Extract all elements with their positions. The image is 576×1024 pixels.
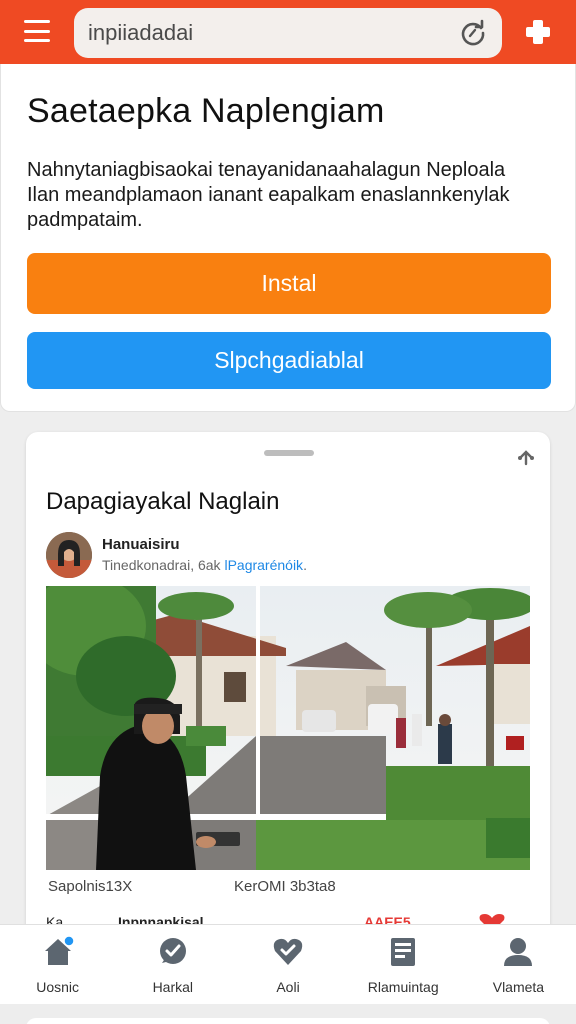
nav-label-favorites: Aoli <box>276 979 300 995</box>
nav-item-documents[interactable]: Rlamuintag <box>346 925 461 1004</box>
nav-item-home[interactable]: Uosnic <box>0 925 115 1004</box>
nav-label-profile: Vlameta <box>492 979 545 995</box>
search-input[interactable]: inpiiadadai <box>88 20 458 46</box>
post-photo[interactable] <box>26 576 536 870</box>
menu-icon[interactable] <box>24 20 50 42</box>
top-app-bar: inpiiadadai <box>0 0 576 64</box>
bottom-strip <box>0 1004 576 1024</box>
nav-label-home: Uosnic <box>36 979 79 995</box>
chat-check-icon <box>159 938 186 964</box>
install-card-description: Nahnytaniagbisaokai tenayanidanaahalagun… <box>27 159 510 231</box>
nav-item-profile[interactable]: Vlameta <box>461 925 576 1004</box>
secondary-action-button[interactable]: Slpchgadiablal <box>27 332 551 389</box>
nav-item-favorites[interactable]: Aoli <box>230 925 345 1004</box>
author-name[interactable]: Hanuaisiru <box>102 536 180 553</box>
install-card: Saetaepka Naplengiam Nahnytaniagbisaokai… <box>0 64 576 412</box>
nav-label-documents: Rlamuintag <box>367 979 439 995</box>
post-card: Dapagiayakal Naglain Hanuaisiru Tinedkon… <box>26 432 550 952</box>
home-icon <box>44 935 75 965</box>
author-meta-tag[interactable]: lPagrarénóik <box>224 557 303 573</box>
photo-caption-left: Sapolnis13X <box>48 878 133 895</box>
author-meta-suffix: . <box>303 557 307 573</box>
next-card-peek <box>26 1018 550 1024</box>
post-title: Dapagiayakal Naglain <box>46 488 280 515</box>
avatar[interactable] <box>46 532 92 578</box>
install-button[interactable]: Instal <box>27 253 551 314</box>
nav-item-chat[interactable]: Harkal <box>115 925 230 1004</box>
add-plus-icon[interactable] <box>520 14 556 50</box>
drag-handle[interactable] <box>264 450 314 456</box>
heart-check-icon <box>273 938 303 965</box>
nav-label-chat: Harkal <box>152 979 194 995</box>
pin-icon[interactable] <box>514 444 538 468</box>
bottom-navigation: Uosnic Harkal Aoli Rlamuintag Vlameta <box>0 924 576 1004</box>
install-card-title: Saetaepka Naplengiam <box>27 92 385 130</box>
search-bar[interactable]: inpiiadadai <box>74 8 502 58</box>
profile-icon <box>504 938 533 966</box>
author-meta: Tinedkonadrai, 6ak lPagrarénóik. <box>102 557 307 573</box>
refresh-icon[interactable] <box>458 18 488 48</box>
photo-caption-right: KerOMI 3b3ta8 <box>234 878 336 895</box>
author-meta-text: Tinedkonadrai, 6ak <box>102 557 225 573</box>
document-icon <box>391 938 416 966</box>
